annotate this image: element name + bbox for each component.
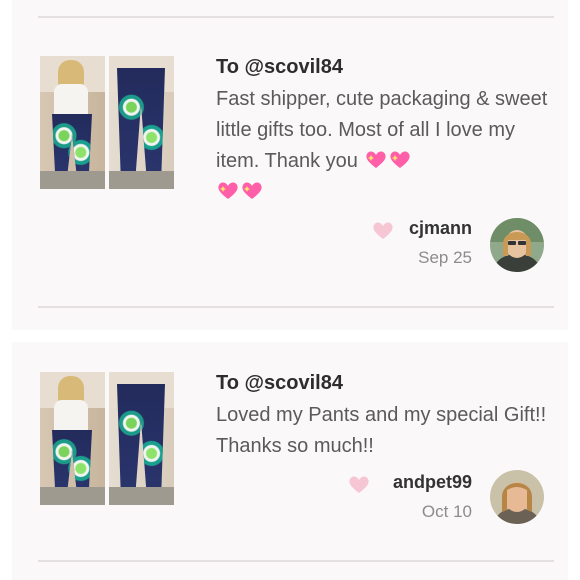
item-photo[interactable] [109, 56, 174, 189]
reviewer-username[interactable]: andpet99 [393, 472, 472, 493]
review-date: Oct 10 [421, 502, 472, 521]
divider [38, 560, 554, 562]
item-photos[interactable] [40, 372, 174, 505]
reviewer-avatar[interactable] [490, 218, 544, 272]
sparkling-heart-icon [389, 151, 410, 168]
item-photo[interactable] [109, 372, 174, 505]
review-date: Sep 25 [418, 248, 472, 267]
like-heart-icon[interactable] [348, 474, 370, 494]
review-card: To @scovil84 Fast shipper, cute packagin… [12, 0, 568, 330]
review-message: Loved my Pants and my special Gift!! Tha… [216, 404, 547, 457]
review-card: To @scovil84 Loved my Pants and my speci… [12, 342, 568, 580]
review-message: Fast shipper, cute packaging & sweet lit… [216, 84, 556, 208]
item-photos[interactable] [40, 56, 174, 189]
review-recipient[interactable]: To @scovil84 [216, 56, 343, 79]
sparkling-heart-icon [365, 151, 386, 168]
divider [38, 16, 554, 18]
sparkling-heart-icon [218, 182, 238, 199]
item-photo[interactable] [40, 56, 105, 189]
reviewer-username[interactable]: cjmann [409, 218, 472, 239]
item-photo[interactable] [40, 372, 105, 505]
review-recipient[interactable]: To @scovil84 [216, 372, 343, 395]
divider [38, 306, 554, 308]
like-heart-icon[interactable] [372, 220, 394, 240]
sparkling-heart-icon [242, 182, 262, 199]
reviewer-avatar[interactable] [490, 470, 544, 524]
